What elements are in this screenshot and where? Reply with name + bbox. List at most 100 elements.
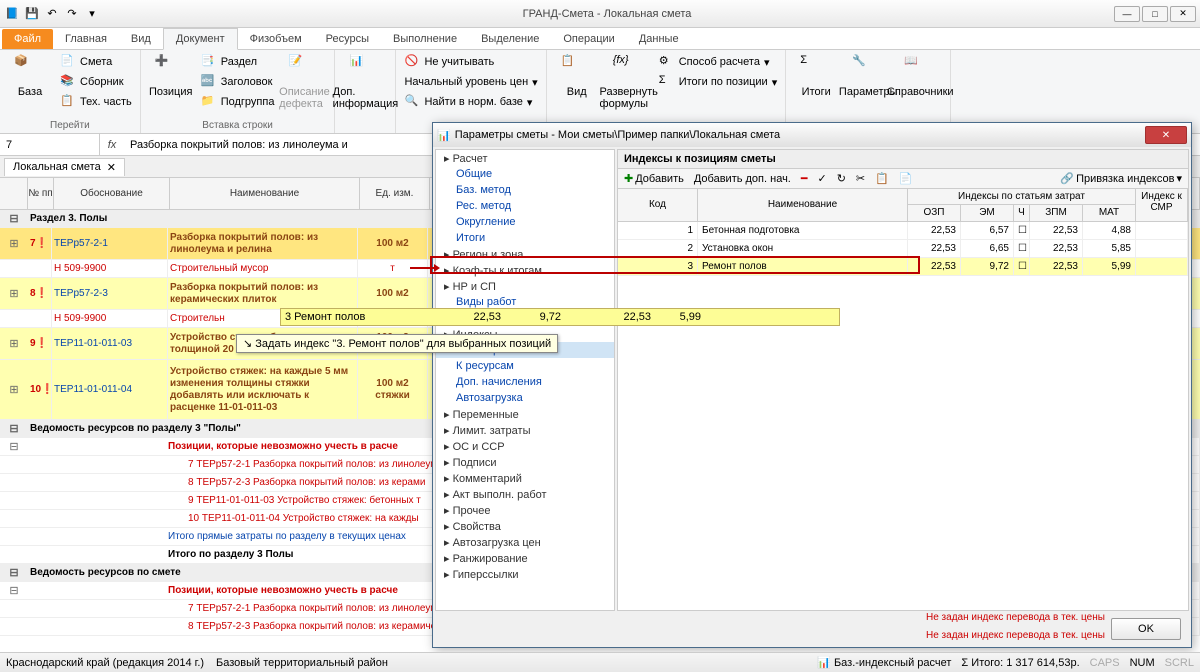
fx-icon[interactable]: fx [100,139,124,151]
btn-totals[interactable]: ΣИтоги [792,52,840,100]
ok-button[interactable]: OK [1111,618,1181,640]
btn-sbornik[interactable]: 📚Сборник [58,72,134,92]
tab-home[interactable]: Главная [53,29,119,49]
expand-icon[interactable]: ⊟ [0,212,28,225]
tab-selection[interactable]: Выделение [469,29,551,49]
qat-more[interactable]: ▾ [84,6,100,22]
btn-copy[interactable]: 📋 [873,171,891,186]
dcol-cmr[interactable]: Индекс к СМР [1136,189,1188,221]
tab-file[interactable]: Файл [2,29,53,49]
btn-tool2[interactable]: ↻ [835,171,848,186]
tree-item[interactable]: Автозагрузка [436,390,614,406]
expand-icon[interactable]: ⊞ [0,337,28,350]
close-tab-icon[interactable]: ✕ [107,161,116,174]
tree-item[interactable]: ▸ Коэф-ты к итогам [436,262,614,278]
btn-start-level[interactable]: Начальный уровень цен ▾ [402,72,539,92]
btn-view[interactable]: 📋Вид [553,52,601,100]
close-button[interactable]: ✕ [1170,6,1196,22]
tree-item[interactable]: Общие [436,166,614,182]
btn-smeta[interactable]: 📄Смета [58,52,134,72]
btn-cut[interactable]: ✂ [854,171,867,186]
qat-save[interactable]: 💾 [24,6,40,22]
tree-item[interactable]: ▸ Расчет [436,150,614,166]
tree-item[interactable]: ▸ НР и СП [436,278,614,294]
expand-icon[interactable]: ⊞ [0,287,28,300]
dcol-ch[interactable]: Ч [1014,205,1030,221]
tree-item[interactable]: ▸ Переменные [436,406,614,422]
dialog-close-button[interactable]: ✕ [1145,126,1187,144]
index-row[interactable]: 1 Бетонная подготовка 22,53 6,57 ☐ 22,53… [618,222,1188,240]
qat-redo[interactable]: ↷ [64,6,80,22]
col-basis[interactable]: Обоснование [54,178,170,209]
expand-icon[interactable]: ⊟ [0,566,28,579]
btn-add[interactable]: ✚Добавить [622,171,686,186]
tab-operations[interactable]: Операции [551,29,626,49]
col-npp[interactable]: № пп [28,178,54,209]
dcol-ozp[interactable]: ОЗП [908,205,961,221]
doc-tab[interactable]: Локальная смета✕ [4,158,125,176]
cell-ref[interactable]: 7 [0,134,100,155]
col-name[interactable]: Наименование [170,178,360,209]
tree-item[interactable]: ▸ Подписи [436,454,614,470]
expand-icon[interactable]: ⊞ [0,383,28,396]
tree-item[interactable]: ▸ Автозагрузка цен [436,534,614,550]
index-row[interactable]: 3 Ремонт полов 22,53 9,72 ☐ 22,53 5,99 [618,258,1188,276]
tree-item[interactable]: Баз. метод [436,182,614,198]
tree-item[interactable]: К ресурсам [436,358,614,374]
expand-icon[interactable]: ⊞ [0,237,28,250]
btn-tech[interactable]: 📋Тех. часть [58,92,134,112]
btn-no-account[interactable]: 🚫Не учитывать [402,52,539,72]
dialog-icon: 📊 [437,129,451,142]
tree-item[interactable]: ▸ Ранжирование [436,550,614,566]
btn-bind-index[interactable]: 🔗Привязка индексов ▾ [1058,171,1184,186]
dcol-em[interactable]: ЭМ [961,205,1014,221]
btn-calc-method[interactable]: ⚙Способ расчета ▾ [657,52,780,72]
btn-razdel[interactable]: 📑Раздел [199,52,277,72]
btn-header[interactable]: 🔤Заголовок [199,72,277,92]
tree-item[interactable]: ▸ Акт выполн. работ [436,486,614,502]
tab-execution[interactable]: Выполнение [381,29,469,49]
qat-app-icon[interactable]: 📘 [4,6,20,22]
tree-item[interactable]: ▸ Прочее [436,502,614,518]
tab-document[interactable]: Документ [163,28,238,50]
tree-item[interactable]: ▸ Свойства [436,518,614,534]
tab-resources[interactable]: Ресурсы [314,29,381,49]
tree-item[interactable]: ▸ ОС и ССР [436,438,614,454]
index-row[interactable]: 2 Установка окон 22,53 6,65 ☐ 22,53 5,85 [618,240,1188,258]
btn-remove[interactable]: ━ [799,171,810,186]
btn-refs[interactable]: 📖Справочники [896,52,944,100]
tree-item[interactable]: Округление [436,214,614,230]
minimize-button[interactable]: — [1114,6,1140,22]
btn-add-dop[interactable]: Добавить доп. нач. [692,172,793,186]
dcol-zpm[interactable]: ЗПМ [1030,205,1083,221]
tab-fizobjem[interactable]: Физобъем [238,29,314,49]
tree-item[interactable]: Доп. начисления [436,374,614,390]
btn-position[interactable]: ➕Позиция [147,52,195,100]
btn-pos-totals[interactable]: ΣИтоги по позиции ▾ [657,72,780,92]
tree-item[interactable]: ▸ Регион и зона [436,246,614,262]
tree-item[interactable]: ▸ Комментарий [436,470,614,486]
btn-tool1[interactable]: ✓ [815,171,828,186]
btn-subgroup[interactable]: 📁Подгруппа [199,92,277,112]
col-unit[interactable]: Ед. изм. [360,178,430,209]
dcol-mat[interactable]: МАТ [1083,205,1136,221]
tab-view[interactable]: Вид [119,29,163,49]
btn-dopinfo[interactable]: 📊Доп. информация [341,52,389,112]
tab-data[interactable]: Данные [627,29,691,49]
dialog-titlebar[interactable]: 📊 Параметры сметы - Мои сметы\Пример пап… [433,123,1191,147]
dcol-name[interactable]: Наименование [698,189,908,221]
qat-undo[interactable]: ↶ [44,6,60,22]
btn-defect[interactable]: 📝Описание дефекта [280,52,328,112]
maximize-button[interactable]: □ [1142,6,1168,22]
dcol-code[interactable]: Код [618,189,698,221]
expand-icon[interactable]: ⊟ [0,422,28,435]
btn-paste[interactable]: 📄 [897,171,915,186]
tree-item[interactable]: ▸ Лимит. затраты [436,422,614,438]
btn-base[interactable]: 📦База [6,52,54,100]
tree-item[interactable]: Итоги [436,230,614,246]
tree-item[interactable]: Рес. метод [436,198,614,214]
btn-params[interactable]: 🔧Параметры [844,52,892,100]
tree-item[interactable]: ▸ Гиперссылки [436,566,614,582]
btn-find-norm[interactable]: 🔍Найти в норм. базе ▾ [402,92,539,112]
btn-expand[interactable]: {fx}Развернуть формулы [605,52,653,112]
